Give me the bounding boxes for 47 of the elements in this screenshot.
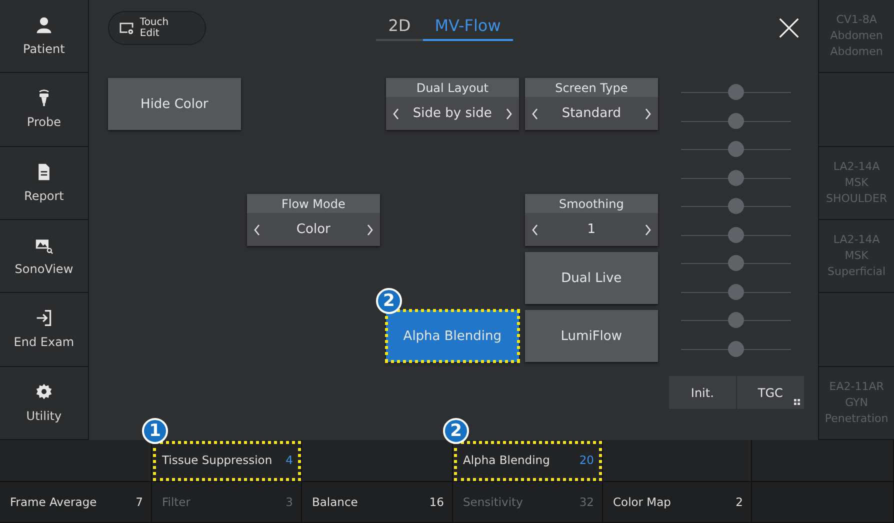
chevron-left-icon[interactable] bbox=[530, 222, 539, 236]
selector-title: Screen Type bbox=[524, 78, 658, 97]
tgc-slider-thumb[interactable] bbox=[728, 255, 744, 271]
tgc-slider-thumb[interactable] bbox=[728, 284, 744, 300]
selector-value: Color bbox=[296, 222, 330, 237]
selector-title: Flow Mode bbox=[246, 194, 380, 213]
chevron-right-icon[interactable] bbox=[504, 106, 513, 120]
mode-tab[interactable]: MV-Flow bbox=[422, 16, 513, 40]
selector-title: Dual Layout bbox=[386, 78, 519, 97]
settings-icon bbox=[34, 382, 53, 401]
softkey-button[interactable]: Frame Average 7 bbox=[0, 482, 152, 523]
tgc-slider-thumb[interactable] bbox=[728, 112, 744, 128]
tgc-slider-thumb[interactable] bbox=[728, 226, 744, 242]
close-icon[interactable] bbox=[778, 17, 800, 39]
tgc-slider-thumb[interactable] bbox=[728, 312, 744, 328]
chevron-right-icon[interactable] bbox=[644, 106, 652, 120]
chevron-left-icon[interactable] bbox=[392, 106, 400, 120]
softkey-button[interactable]: Tissue Suppression 4 bbox=[152, 440, 302, 482]
chevron-right-icon[interactable] bbox=[366, 222, 374, 236]
tgc-slider-thumb[interactable] bbox=[728, 141, 744, 157]
callout-badge: 2 bbox=[376, 288, 402, 314]
selector-value: Side by side bbox=[412, 106, 492, 121]
mode-button[interactable]: Dual Live bbox=[524, 252, 658, 304]
mode-button[interactable]: Hide Color bbox=[108, 78, 241, 130]
grid-dots-icon bbox=[794, 399, 800, 405]
tgc-slider-thumb[interactable] bbox=[728, 198, 744, 214]
chevron-left-icon[interactable] bbox=[252, 222, 261, 236]
tgc-button[interactable]: TGC bbox=[736, 376, 804, 409]
mode-button[interactable]: LumiFlow bbox=[524, 310, 658, 362]
mode-tab[interactable]: 2D bbox=[376, 16, 423, 40]
person-icon bbox=[34, 16, 53, 34]
selector-value: 1 bbox=[587, 222, 596, 237]
toggle-button[interactable]: Alpha Blending bbox=[386, 310, 519, 362]
tgc-slider-thumb[interactable] bbox=[728, 340, 744, 356]
selector-title: Smoothing bbox=[524, 194, 658, 213]
touch-edit-button[interactable]: Touch Edit bbox=[108, 11, 206, 45]
tgc-slider-thumb[interactable] bbox=[728, 170, 744, 186]
tgc-slider-thumb[interactable] bbox=[728, 84, 744, 100]
screen-settings-icon bbox=[118, 22, 134, 34]
softkey-button[interactable]: Alpha Blending 20 bbox=[453, 440, 603, 482]
softkey-button[interactable]: Balance 16 bbox=[302, 482, 453, 523]
softkey-button[interactable]: Color Map 2 bbox=[603, 482, 752, 523]
chevron-left-icon[interactable] bbox=[530, 106, 539, 120]
exit-icon bbox=[34, 309, 53, 328]
init-button[interactable]: Init. bbox=[668, 376, 736, 409]
chevron-right-icon[interactable] bbox=[644, 222, 652, 236]
selector-value: Standard bbox=[562, 106, 621, 121]
